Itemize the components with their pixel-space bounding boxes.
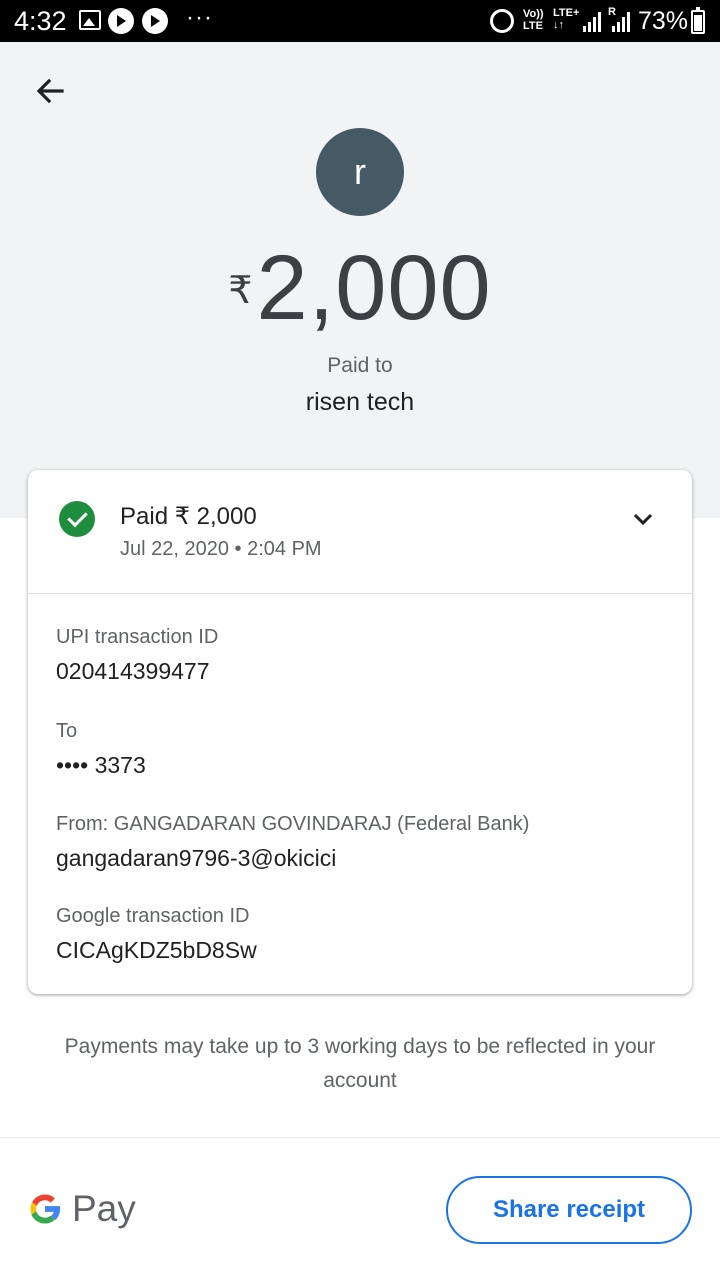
from-label: From: GANGADARAN GOVINDARAJ (Federal Ban… — [56, 813, 530, 835]
upi-transaction-id-value: 020414399477 — [56, 658, 210, 684]
payment-header: r ₹2,000 Paid to risen tech — [0, 42, 720, 518]
payment-status: Paid ₹ 2,000 — [120, 503, 257, 530]
google-pay-wordmark: Pay — [72, 1188, 136, 1229]
avatar-letter: r — [354, 151, 366, 192]
payee-name: risen tech — [305, 388, 415, 416]
signal-icon-2 — [612, 12, 630, 32]
to-account-value: •••• 3373 — [56, 752, 146, 778]
transaction-card: Paid ₹ 2,000 Jul 22, 2020 • 2:04 PM UPI … — [28, 470, 692, 994]
media-notification-icon — [108, 8, 134, 34]
lte-icon: LTE+ ↓↑ — [553, 7, 580, 31]
more-notifications-icon: ··· — [186, 4, 213, 31]
amount-display: ₹2,000 — [0, 238, 720, 338]
battery-icon — [691, 7, 705, 34]
back-button[interactable] — [28, 70, 72, 114]
google-transaction-id-label: Google transaction ID — [56, 905, 250, 927]
volte-icon: Vo)) LTE — [523, 8, 544, 32]
gallery-notification-icon — [79, 10, 101, 30]
battery-percent: 73% — [638, 7, 689, 35]
check-circle-icon — [59, 501, 95, 537]
from-upi-value: gangadaran9796-3@okicici — [56, 845, 337, 871]
share-receipt-button[interactable]: Share receipt — [446, 1176, 692, 1244]
processing-note: Payments may take up to 3 working days t… — [64, 1035, 656, 1092]
google-transaction-id-value: CICAgKDZ5bD8Sw — [56, 937, 257, 963]
footer-divider — [0, 1137, 720, 1138]
amount-value: 2,000 — [256, 237, 492, 339]
chevron-down-icon[interactable] — [628, 504, 658, 534]
google-pay-logo: Pay — [26, 1186, 136, 1232]
arrow-back-icon — [36, 78, 64, 104]
upi-transaction-id-label: UPI transaction ID — [56, 626, 219, 648]
avatar: r — [316, 128, 404, 216]
to-label: To — [56, 720, 78, 742]
currency-symbol: ₹ — [228, 270, 253, 312]
status-time: 4:32 — [14, 6, 67, 36]
payment-datetime: Jul 22, 2020 • 2:04 PM — [120, 538, 322, 560]
google-g-icon — [30, 1194, 61, 1224]
paid-to-label: Paid to — [327, 354, 393, 377]
signal-icon — [583, 12, 601, 32]
alarm-icon — [490, 9, 514, 33]
media-notification-icon-2 — [142, 8, 168, 34]
status-bar: 4:32 ··· Vo)) LTE LTE+ ↓↑ R 73% — [0, 0, 720, 42]
transaction-summary[interactable]: Paid ₹ 2,000 Jul 22, 2020 • 2:04 PM — [28, 470, 692, 594]
